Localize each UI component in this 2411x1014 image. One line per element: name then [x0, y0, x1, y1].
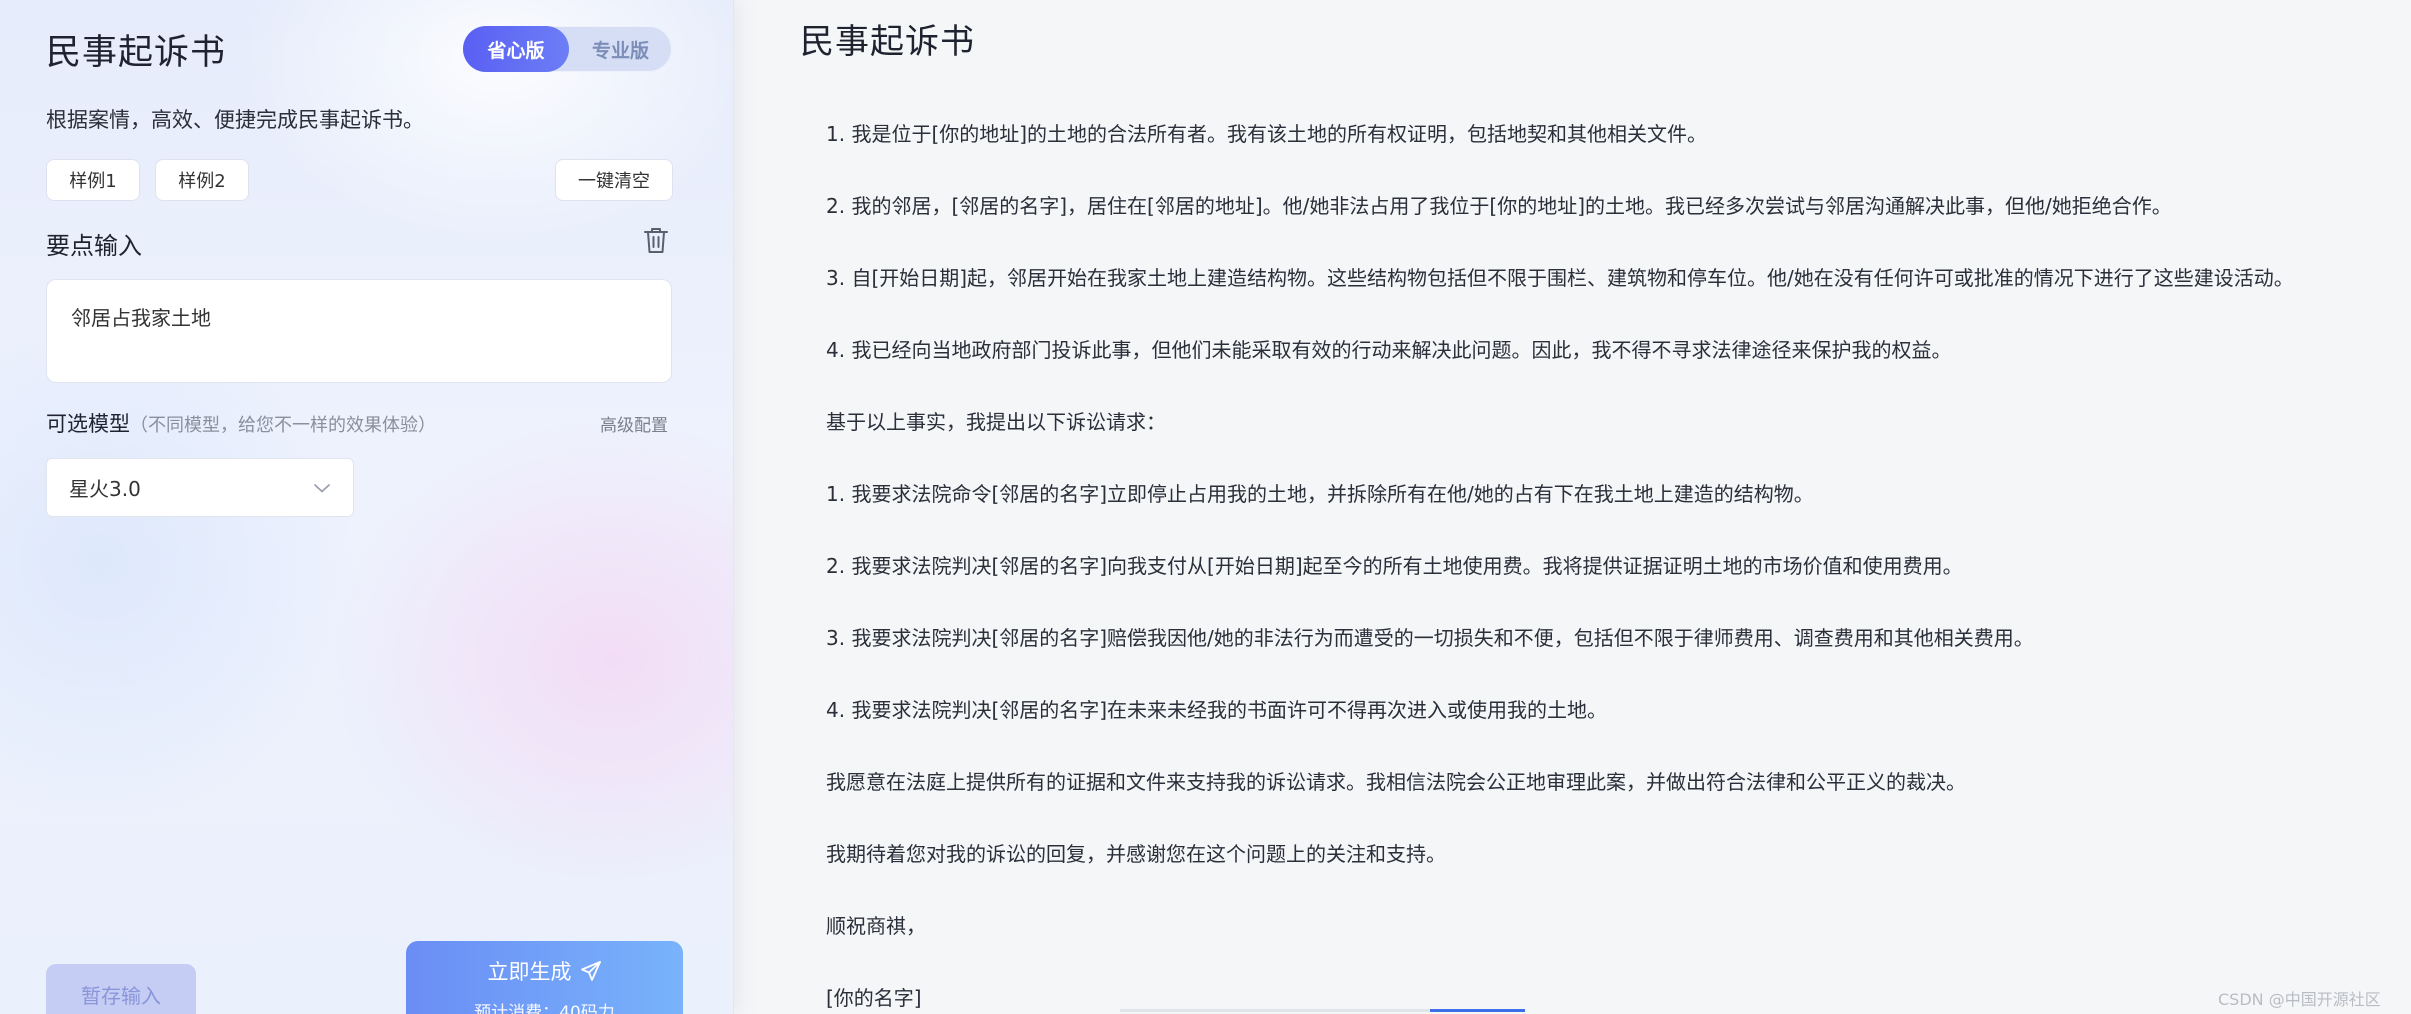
- document-paragraph: 我期待着您对我的诉讼的回复，并感谢您在这个问题上的关注和支持。: [826, 842, 1446, 866]
- save-draft-button[interactable]: 暂存输入: [46, 964, 196, 1014]
- document-paragraph: 1. 我是位于[你的地址]的土地的合法所有者。我有该土地的所有权证明，包括地契和…: [826, 122, 1708, 146]
- panel-title: 民事起诉书: [46, 33, 227, 73]
- document-paragraph: [你的名字]: [826, 986, 922, 1010]
- document-paragraph: 我愿意在法庭上提供所有的证据和文件来支持我的诉讼请求。我相信法院会公正地审理此案…: [826, 770, 1966, 794]
- panel-description: 根据案情，高效、便捷完成民事起诉书。: [46, 108, 424, 132]
- model-select[interactable]: 星火3.0: [46, 458, 354, 517]
- generate-cost: 预计消费：40码力: [474, 1003, 615, 1014]
- sample1-button[interactable]: 样例1: [46, 159, 140, 201]
- model-label-text: 可选模型: [46, 412, 130, 436]
- chevron-down-icon: [314, 483, 330, 492]
- background-glow: [330, 420, 733, 900]
- send-icon: [580, 961, 601, 981]
- keypoint-input[interactable]: 邻居占我家土地: [46, 279, 672, 383]
- document-paragraph: 3. 我要求法院判决[邻居的名字]赔偿我因他/她的非法行为而遭受的一切损失和不便…: [826, 626, 2034, 650]
- generate-button[interactable]: 立即生成 预计消费：40码力: [406, 941, 683, 1014]
- generate-label: 立即生成: [487, 960, 572, 984]
- generate-line: 立即生成: [488, 956, 602, 986]
- document-paragraph: 2. 我的邻居，[邻居的名字]，居住在[邻居的地址]。他/她非法占用了我位于[你…: [826, 194, 2172, 218]
- document-paragraph: 4. 我已经向当地政府部门投诉此事，但他们未能采取有效的行动来解决此问题。因此，…: [826, 338, 1952, 362]
- left-panel: 民事起诉书 省心版 专业版 根据案情，高效、便捷完成民事起诉书。 样例1 样例2…: [0, 0, 734, 1014]
- model-label: 可选模型（不同模型，给您不一样的效果体验）: [46, 408, 436, 438]
- advanced-config-link[interactable]: 高级配置: [600, 411, 668, 436]
- keypoint-label: 要点输入: [46, 232, 142, 260]
- sample2-button[interactable]: 样例2: [155, 159, 249, 201]
- clear-all-button[interactable]: 一键清空: [555, 159, 673, 201]
- document-title: 民事起诉书: [800, 22, 975, 62]
- mode-switch: 省心版 专业版: [463, 26, 672, 72]
- document-paragraph: 3. 自[开始日期]起，邻居开始在我家土地上建造结构物。这些结构物包括但不限于围…: [826, 266, 2294, 290]
- document-paragraph: 基于以上事实，我提出以下诉讼请求：: [826, 410, 1166, 434]
- model-select-value: 星火3.0: [69, 477, 141, 501]
- bottom-divider: [1120, 1009, 1430, 1012]
- document-paragraph: 顺祝商祺，: [826, 914, 926, 938]
- mode-pro-tab[interactable]: 专业版: [569, 26, 672, 72]
- document-paragraph: 4. 我要求法院判决[邻居的名字]在未来未经我的书面许可不得再次进入或使用我的土…: [826, 698, 1608, 722]
- document-paragraph: 2. 我要求法院判决[邻居的名字]向我支付从[开始日期]起至今的所有土地使用费。…: [826, 554, 1963, 578]
- model-hint: （不同模型，给您不一样的效果体验）: [130, 415, 436, 436]
- watermark: CSDN @中国开源社区: [2218, 990, 2381, 1009]
- mode-simple-tab[interactable]: 省心版: [463, 26, 569, 72]
- bottom-divider-active: [1430, 1009, 1525, 1012]
- trash-icon[interactable]: [640, 224, 672, 256]
- document-paragraph: 1. 我要求法院命令[邻居的名字]立即停止占用我的土地，并拆除所有在他/她的占有…: [826, 482, 1814, 506]
